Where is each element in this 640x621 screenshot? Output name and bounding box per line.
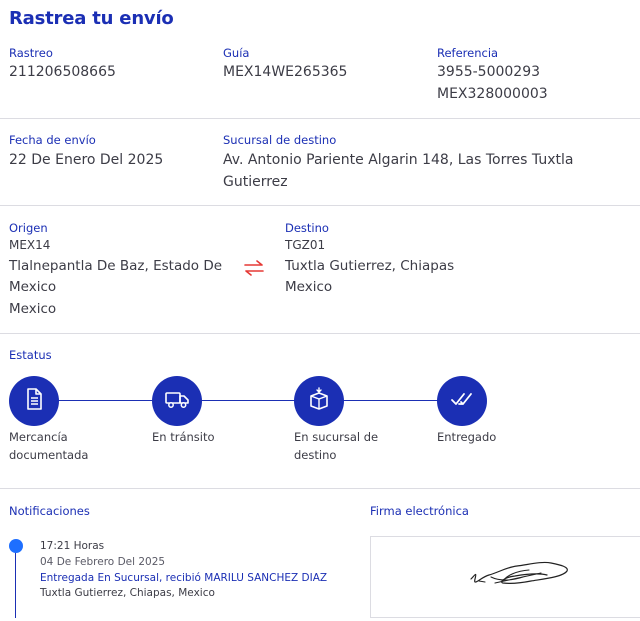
page-title: Rastrea tu envío	[9, 8, 174, 29]
sucursal-destino-label: Sucursal de destino	[223, 133, 337, 147]
guia-value: MEX14WE265365	[223, 64, 348, 80]
firma-label: Firma electrónica	[370, 504, 469, 518]
origen-line-3: Mexico	[9, 301, 57, 317]
sucursal-destino-value-2: Gutierrez	[223, 174, 288, 190]
origen-label: Origen	[9, 221, 48, 235]
divider	[0, 118, 640, 119]
origen-line-1: Tlalnepantla De Baz, Estado De	[9, 258, 223, 274]
package-icon	[307, 387, 331, 415]
timeline-dot	[9, 539, 23, 553]
rastreo-value: 211206508665	[9, 64, 116, 80]
step-en-transito	[152, 376, 202, 426]
step-label-documentada: Mercancía documentada	[9, 430, 89, 462]
divider	[0, 333, 640, 334]
document-icon	[23, 387, 45, 415]
swap-arrows-icon	[242, 258, 266, 278]
divider	[0, 488, 640, 489]
signature-image	[470, 561, 568, 584]
notification-time: 17:21 Horas	[40, 540, 105, 552]
destino-code: TGZ01	[285, 238, 326, 252]
referencia-value-2: MEX328000003	[437, 86, 548, 102]
step-label-entregado: Entregado	[437, 430, 497, 444]
fecha-envio-label: Fecha de envío	[9, 133, 96, 147]
referencia-value-1: 3955-5000293	[437, 64, 541, 80]
step-entregado	[437, 376, 487, 426]
destino-label: Destino	[285, 221, 329, 235]
step-label-en-transito: En tránsito	[152, 430, 215, 444]
notification-status: Entregada En Sucursal, recibió MARILU SA…	[40, 572, 328, 584]
destino-line-2: Mexico	[285, 279, 333, 295]
origen-line-2: Mexico	[9, 279, 57, 295]
destino-line-1: Tuxtla Gutierrez, Chiapas	[285, 258, 455, 274]
estatus-label: Estatus	[9, 348, 52, 362]
fecha-envio-value: 22 De Enero Del 2025	[9, 152, 164, 168]
step-label-en-sucursal: En sucursal de destino	[294, 430, 379, 462]
truck-icon	[164, 388, 190, 414]
timeline-line	[15, 546, 16, 618]
origen-code: MEX14	[9, 238, 51, 252]
progress-track	[40, 400, 462, 401]
double-check-icon	[450, 390, 474, 412]
rastreo-label: Rastreo	[9, 46, 53, 60]
sucursal-destino-value-1: Av. Antonio Pariente Algarin 148, Las To…	[223, 152, 574, 168]
notification-date: 04 De Febrero Del 2025	[40, 556, 166, 568]
step-documentada	[9, 376, 59, 426]
step-en-sucursal	[294, 376, 344, 426]
notificaciones-label: Notificaciones	[9, 504, 90, 518]
guia-label: Guía	[223, 46, 250, 60]
divider	[0, 205, 640, 206]
referencia-label: Referencia	[437, 46, 499, 60]
notification-place: Tuxtla Gutierrez, Chiapas, Mexico	[40, 587, 215, 599]
signature-box	[370, 536, 640, 618]
